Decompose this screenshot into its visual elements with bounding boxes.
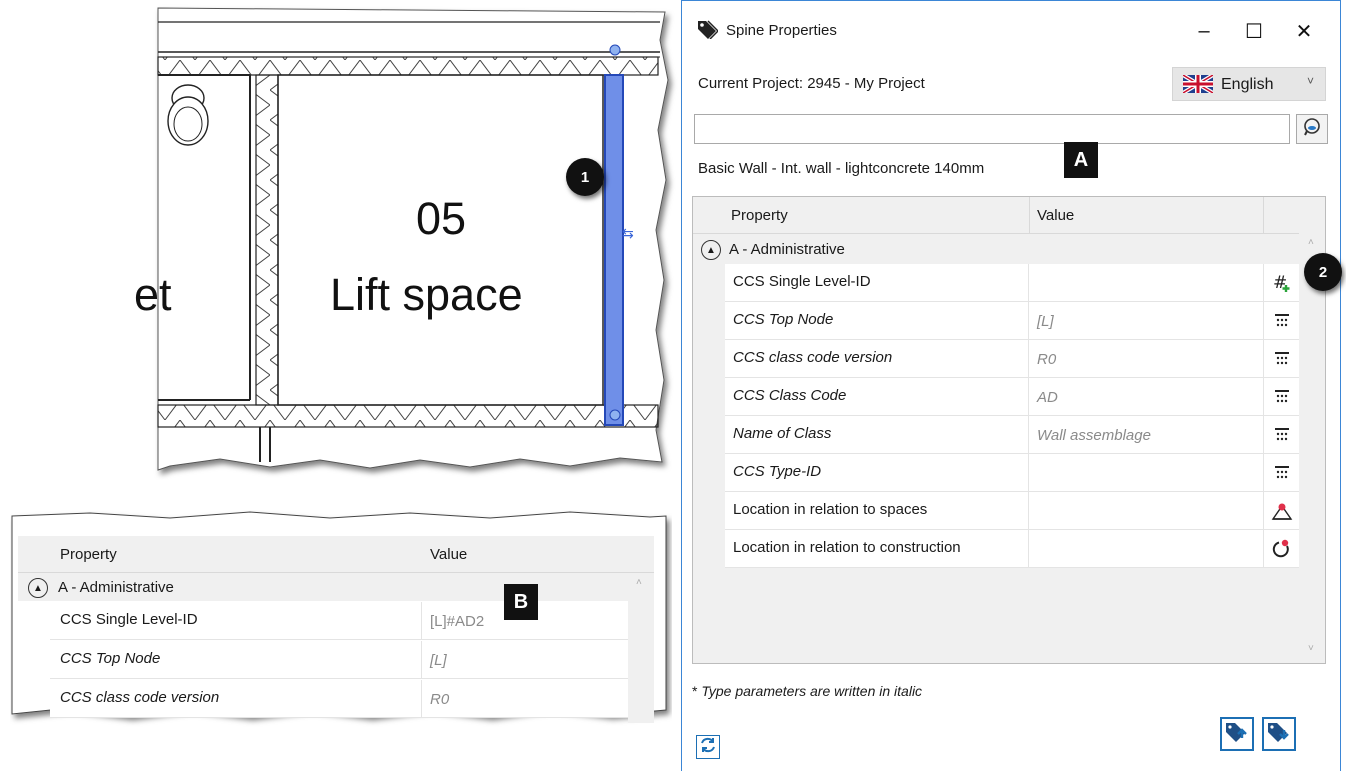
search-input[interactable] [694,114,1290,144]
property-row[interactable]: Location in relation to construction [693,530,1325,568]
property-name: Location in relation to spaces [725,492,1029,530]
tag-upload-icon [1224,720,1250,749]
property-value[interactable] [1029,264,1263,302]
list-icon[interactable] [1263,340,1299,378]
property-row[interactable]: CCS Type-ID [693,454,1325,492]
property-name: Location in relation to construction [725,530,1029,568]
property-value[interactable]: [L] [1029,302,1263,340]
location-construction-icon[interactable] [1263,530,1299,568]
maximize-button[interactable]: ☐ [1232,11,1276,51]
list-icon[interactable] [1263,454,1299,492]
property-value[interactable]: R0 [1029,340,1263,378]
language-select[interactable]: English ˅ [1172,67,1326,101]
property-name: CCS Class Code [725,378,1029,416]
property-row[interactable]: CCS Top Node [L] [693,302,1325,340]
current-project-label: Current Project: 2945 - My Project [698,75,925,92]
refresh-button[interactable] [696,735,720,759]
callout-a: A [1064,142,1098,178]
floor-plan-drawing: ⇆ [157,7,669,471]
window-title: Spine Properties [726,22,837,39]
refresh-icon [699,736,717,759]
mini-header-property: Property [60,546,117,563]
language-value: English [1221,76,1274,93]
property-row[interactable]: CCS Class Code AD [693,378,1325,416]
callout-2: 2 [1304,253,1342,291]
callout-1: 1 [566,158,604,196]
element-name: Basic Wall - Int. wall - lightconcrete 1… [698,160,985,177]
tag-download-icon [1266,720,1292,749]
property-grid: Property Value ▲ A - Administrative CCS … [692,196,1326,664]
mini-row-value[interactable]: [L] [422,641,628,679]
property-value[interactable]: AD [1029,378,1263,416]
list-icon[interactable] [1263,302,1299,340]
header-property: Property [731,207,788,224]
location-spaces-icon[interactable] [1263,492,1299,530]
mini-row[interactable]: CCS class code version R0 [18,680,628,718]
add-hash-icon[interactable]: # [1263,264,1299,302]
grid-scrollbar[interactable]: ˄ ˅ [1299,233,1325,663]
svg-text:⇆: ⇆ [622,226,634,242]
spine-properties-dialog: Spine Properties – ☐ ✕ Current Project: … [681,0,1342,771]
mini-row-name: CCS class code version [50,680,422,718]
collapse-icon[interactable]: ▲ [28,578,48,598]
mini-row-name: CCS Top Node [50,641,422,679]
property-row[interactable]: CCS Single Level-ID # [693,264,1325,302]
property-row[interactable]: CCS class code version R0 [693,340,1325,378]
property-row[interactable]: Location in relation to spaces [693,492,1325,530]
italic-note: * Type parameters are written in italic [692,683,922,699]
header-divider [1263,197,1264,233]
uk-flag-icon [1181,73,1215,98]
property-value[interactable] [1029,492,1263,530]
minimize-button[interactable]: – [1182,11,1226,51]
scroll-up-icon[interactable]: ˄ [1308,237,1314,248]
property-name: Name of Class [725,416,1029,454]
collapse-icon[interactable]: ▲ [701,240,721,260]
property-row[interactable]: Name of Class Wall assemblage [693,416,1325,454]
search-button[interactable] [1296,114,1328,144]
property-value[interactable] [1029,530,1263,568]
mini-grid-header: Property Value [18,536,654,573]
group-label: A - Administrative [729,241,845,258]
mini-row-value[interactable]: R0 [422,680,628,718]
mini-row[interactable]: CCS Top Node [L] [18,641,628,679]
mini-property-grid: Property Value ▲ A - Administrative CCS … [10,510,672,730]
search-icon [1302,117,1322,142]
note-text: Type parameters are written in italic [697,683,923,699]
mini-scrollbar[interactable]: ˄ [628,573,654,723]
upload-tags-button[interactable] [1220,717,1254,751]
property-name: CCS Top Node [725,302,1029,340]
room-number: 05 [416,193,467,244]
scroll-down-icon[interactable]: ˅ [1308,643,1314,654]
list-icon[interactable] [1263,416,1299,454]
floor-plan[interactable]: ⇆ 05 Lift space et 1 [134,0,680,480]
list-icon[interactable] [1263,378,1299,416]
mini-group-row[interactable]: ▲ A - Administrative [18,573,654,601]
mini-row-name: CCS Single Level-ID [50,602,422,640]
mini-header-value: Value [430,546,468,563]
property-value[interactable] [1029,454,1263,492]
scroll-up-icon[interactable]: ˄ [636,577,642,588]
property-name: CCS class code version [725,340,1029,378]
header-divider [1029,197,1030,233]
download-tags-button[interactable] [1262,717,1296,751]
property-value[interactable]: Wall assemblage [1029,416,1263,454]
tag-icon [696,19,720,44]
header-value: Value [1037,207,1075,224]
close-button[interactable]: ✕ [1282,11,1326,51]
callout-b: B [504,584,538,620]
room-name: Lift space [330,269,523,320]
chevron-down-icon[interactable]: ˅ [1307,74,1314,88]
neighbor-room-fragment: et [134,269,172,320]
property-name: CCS Single Level-ID [725,264,1029,302]
group-row[interactable]: ▲ A - Administrative [693,234,1299,264]
property-name: CCS Type-ID [725,454,1029,492]
mini-group-label: A - Administrative [58,579,174,596]
grid-header: Property Value [693,197,1325,234]
